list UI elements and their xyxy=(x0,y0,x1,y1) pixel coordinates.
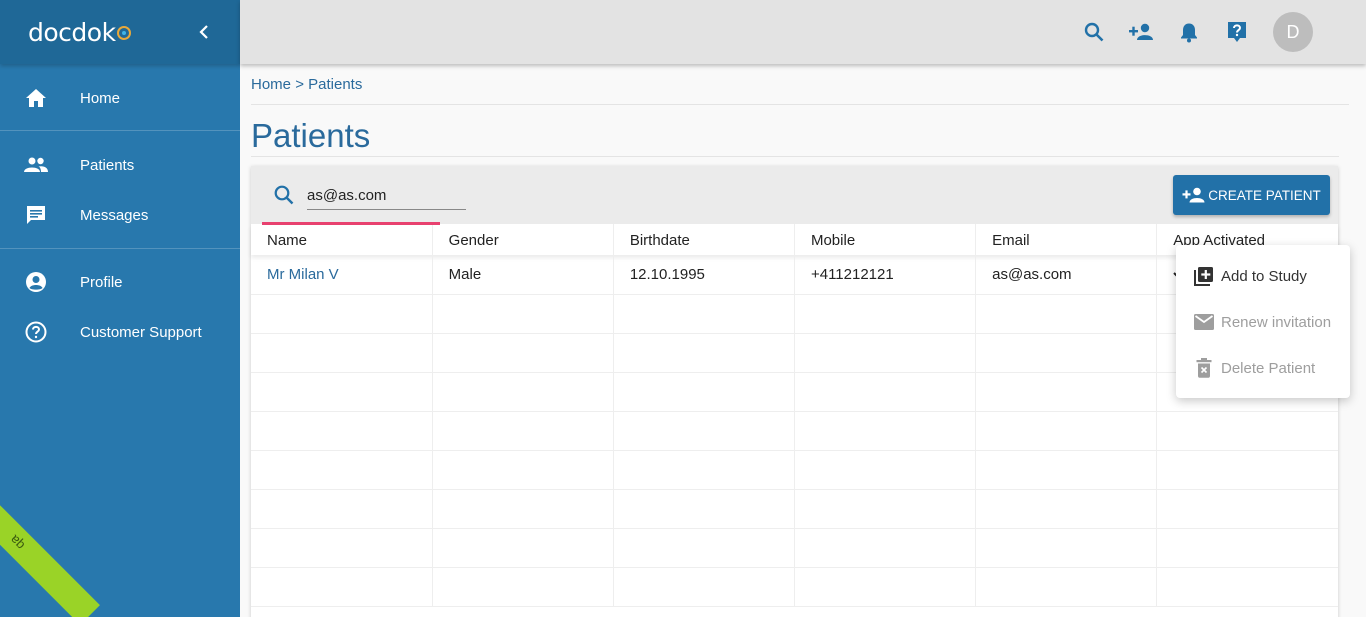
divider xyxy=(251,104,1349,105)
breadcrumb-patients-link[interactable]: Patients xyxy=(308,76,362,93)
empty-row xyxy=(251,411,1338,451)
app-logo[interactable]: docdok xyxy=(28,18,131,47)
sidebar-item-home[interactable]: Home xyxy=(0,73,240,123)
page-title: Patients xyxy=(251,117,371,154)
help-circle-icon xyxy=(24,320,48,344)
avatar[interactable]: D xyxy=(1273,12,1313,52)
create-patient-button[interactable]: CREATE PATIENT xyxy=(1173,175,1330,215)
patient-gender: Male xyxy=(432,255,614,295)
empty-row xyxy=(251,567,1338,607)
search-input[interactable] xyxy=(307,182,466,210)
mail-icon xyxy=(1193,311,1215,333)
table-header-row: Name Gender Birthdate Mobile Email App A… xyxy=(251,224,1338,255)
menu-item-add-to-study[interactable]: Add to Study xyxy=(1176,253,1350,299)
people-icon xyxy=(24,153,48,177)
sidebar-item-profile[interactable]: Profile xyxy=(0,257,240,307)
bell-icon xyxy=(1181,23,1197,42)
divider xyxy=(0,248,240,249)
column-header-email[interactable]: Email xyxy=(975,224,1158,255)
patient-mobile: +411212121 xyxy=(794,255,977,295)
column-header-gender[interactable]: Gender xyxy=(432,224,614,255)
active-column-indicator xyxy=(262,222,440,225)
empty-row xyxy=(251,450,1338,490)
row-actions-menu: Add to Study Renew invitation Delete Pat… xyxy=(1176,245,1350,398)
avatar-initial: D xyxy=(1286,21,1300,42)
column-header-mobile[interactable]: Mobile xyxy=(794,224,977,255)
logo-mark-icon xyxy=(116,26,131,40)
patient-birthdate: 12.10.1995 xyxy=(613,255,795,295)
search-icon xyxy=(1084,22,1104,42)
person-add-icon xyxy=(1182,187,1206,203)
library-add-icon xyxy=(1193,265,1215,287)
sidebar-item-label: Profile xyxy=(80,273,123,291)
breadcrumb: Home > Patients xyxy=(251,76,362,93)
person-add-icon xyxy=(1129,23,1153,40)
message-icon xyxy=(24,203,48,227)
search-button[interactable] xyxy=(1082,20,1106,44)
sidebar-header: docdok xyxy=(0,0,240,64)
sidebar-item-label: Messages xyxy=(80,206,149,224)
menu-item-label: Add to Study xyxy=(1221,267,1307,285)
collapse-sidebar-button[interactable] xyxy=(194,22,214,42)
top-app-bar: D xyxy=(240,0,1366,64)
logo-text: docdok xyxy=(28,17,116,47)
patient-name-link[interactable]: Mr Milan V xyxy=(267,266,339,283)
divider xyxy=(0,130,240,131)
chevron-left-icon xyxy=(199,25,208,39)
create-patient-label: CREATE PATIENT xyxy=(1208,187,1321,203)
help-box-icon xyxy=(1228,22,1246,42)
account-circle-icon xyxy=(24,270,48,294)
patients-table: Name Gender Birthdate Mobile Email App A… xyxy=(251,224,1338,607)
table-toolbar: CREATE PATIENT xyxy=(251,166,1338,225)
sidebar-item-label: Home xyxy=(80,89,121,107)
ribbon-label: qa xyxy=(6,532,28,553)
empty-row xyxy=(251,528,1338,568)
sidebar-item-patients[interactable]: Patients xyxy=(0,140,240,190)
sidebar-item-label: Customer Support xyxy=(80,323,202,341)
patients-table-card: CREATE PATIENT Name Gender Birthdate Mob… xyxy=(251,166,1338,617)
breadcrumb-separator: > xyxy=(295,76,304,93)
add-patient-button[interactable] xyxy=(1129,20,1155,44)
empty-row xyxy=(251,372,1338,412)
menu-item-label: Delete Patient xyxy=(1221,359,1316,377)
column-header-birthdate[interactable]: Birthdate xyxy=(613,224,795,255)
environment-ribbon: qa xyxy=(0,499,100,617)
empty-row xyxy=(251,333,1338,373)
sidebar: docdok Home Patients Messages Profile Cu… xyxy=(0,0,240,617)
menu-item-label: Renew invitation xyxy=(1221,313,1332,331)
column-header-name[interactable]: Name xyxy=(251,224,433,255)
empty-row xyxy=(251,489,1338,529)
menu-item-renew-invitation[interactable]: Renew invitation xyxy=(1176,299,1350,345)
sidebar-item-customer-support[interactable]: Customer Support xyxy=(0,307,240,357)
divider xyxy=(251,156,1339,157)
breadcrumb-home-link[interactable]: Home xyxy=(251,76,291,93)
patient-email: as@as.com xyxy=(975,255,1158,295)
sidebar-item-label: Patients xyxy=(80,156,135,174)
help-button[interactable] xyxy=(1225,20,1249,44)
sidebar-item-messages[interactable]: Messages xyxy=(0,190,240,240)
notifications-button[interactable] xyxy=(1177,20,1201,44)
search-icon xyxy=(274,185,294,205)
table-row[interactable]: Mr Milan V Male 12.10.1995 +411212121 as… xyxy=(251,255,1338,295)
empty-row xyxy=(251,294,1338,334)
menu-item-delete-patient[interactable]: Delete Patient xyxy=(1176,345,1350,391)
home-icon xyxy=(24,86,48,110)
delete-icon xyxy=(1193,357,1215,379)
